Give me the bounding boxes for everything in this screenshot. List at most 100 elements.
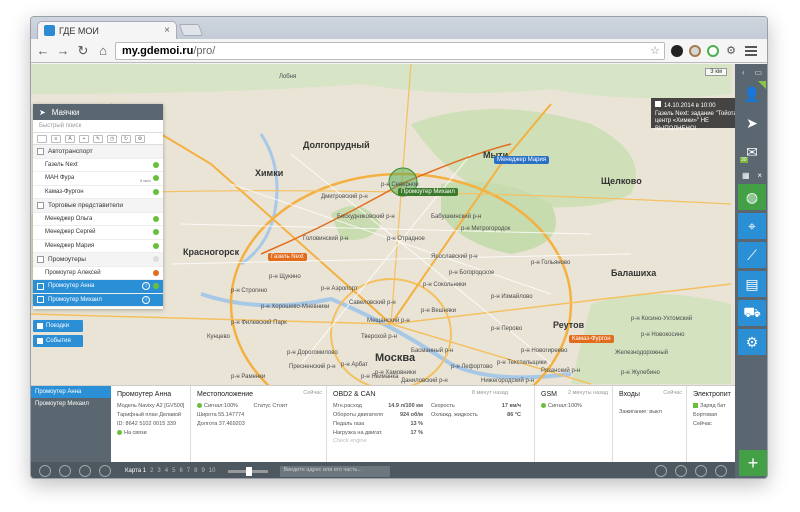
map-card-6[interactable]: 6	[179, 468, 182, 474]
group-row[interactable]: Автотранспорт	[33, 145, 163, 159]
group-row[interactable]: Торговые представители	[33, 199, 163, 213]
map-label-zheleznodorozhny: Железнодорожный	[615, 350, 669, 356]
url-path: /pro/	[193, 44, 216, 57]
map-card-2[interactable]: 2	[150, 468, 153, 474]
map-card-3[interactable]: 3	[157, 468, 160, 474]
home-icon[interactable]: ⌂	[95, 43, 111, 59]
map-card-4[interactable]: 4	[165, 468, 168, 474]
group-checkbox[interactable]	[37, 255, 44, 263]
places-app-button[interactable]: ⌖	[738, 213, 766, 239]
marker-promoter-mikhail[interactable]: Промоутер Михаил	[398, 188, 458, 196]
reports-app-button[interactable]: ▤	[738, 271, 766, 297]
list-item[interactable]: Газель Next	[33, 159, 163, 172]
extension-icon-3[interactable]	[707, 44, 719, 57]
extension-icon-1[interactable]	[671, 44, 683, 57]
list-item[interactable]: Камаз-Фургон	[33, 186, 163, 199]
list-item[interactable]: МАН Фура 5 км/ч	[33, 172, 163, 186]
help-icon[interactable]	[715, 465, 727, 477]
obd-pedal: Педаль газа	[333, 420, 365, 427]
plus-icon[interactable]: +	[79, 134, 89, 143]
map-label-arbat: р-н Арбат	[341, 362, 368, 368]
report-icon: ▤	[745, 275, 759, 292]
fullscreen-icon[interactable]	[695, 465, 707, 477]
traffic-light-icon[interactable]	[59, 465, 71, 477]
reload-icon[interactable]: ↻	[75, 43, 91, 59]
refresh-icon[interactable]: ↻	[121, 134, 131, 143]
list-item-selected[interactable]: Промоутер Анна i	[33, 280, 163, 294]
map-app-button[interactable]: ◍	[738, 184, 766, 210]
user-button[interactable]: 👤	[738, 81, 766, 107]
address-search-input[interactable]: Введите адрес или его часть...	[279, 465, 390, 477]
select-all-checkbox[interactable]	[37, 134, 47, 143]
obd-load-value: 17 %	[410, 429, 423, 436]
clock-icon[interactable]: ◷	[107, 134, 117, 143]
list-item-selected[interactable]: Промоутер Михаил i	[33, 293, 163, 307]
marker-kamaz-furgon[interactable]: Камаз-Фургон	[569, 335, 614, 343]
new-tab-button[interactable]	[178, 24, 204, 36]
close-tab-icon[interactable]: ×	[164, 25, 170, 36]
item-checkbox[interactable]	[37, 282, 44, 290]
details-list-item[interactable]: Промоутер Михаил	[31, 398, 111, 410]
close-icon[interactable]: ×	[757, 171, 762, 180]
details-list-item[interactable]: Промоутер Анна	[31, 386, 111, 398]
bell-icon	[37, 338, 43, 344]
marker-gazel-next[interactable]: Газель Next	[268, 253, 307, 261]
inputs-column: Входы Сейчас Зажигание: выкл	[615, 386, 687, 463]
map-card-7[interactable]: 7	[187, 468, 190, 474]
extension-icon-2[interactable]	[689, 44, 701, 57]
group-checkbox[interactable]	[37, 147, 44, 155]
list-item[interactable]: Менеджер Ольга	[33, 213, 163, 226]
info-icon[interactable]: i	[142, 282, 150, 291]
settings-app-button[interactable]: ⚙	[738, 329, 766, 355]
screen-icon[interactable]: ▭	[754, 68, 762, 77]
device-id: ID: 8642 5102 0015 339	[117, 420, 177, 427]
group-row[interactable]: Промоутеры	[33, 253, 163, 267]
browser-tab[interactable]: ГДЕ МОИ ×	[37, 21, 177, 39]
car-view-icon[interactable]	[39, 465, 51, 477]
settings-icon[interactable]: ⚙	[135, 134, 145, 143]
ruler-icon[interactable]	[675, 465, 687, 477]
share-icon[interactable]	[79, 465, 91, 477]
group-checkbox[interactable]	[37, 201, 44, 209]
events-button[interactable]: События	[33, 335, 83, 347]
edit-icon[interactable]: ✎	[93, 134, 103, 143]
messages-button[interactable]: ✉ 30	[738, 139, 766, 165]
list-item[interactable]: Менеджер Сергей	[33, 226, 163, 240]
obd-fuel: Мгн.расход	[333, 403, 362, 410]
map-card-5[interactable]: 5	[172, 468, 175, 474]
zoom-slider[interactable]	[227, 466, 268, 476]
vehicles-app-button[interactable]: ⛟	[738, 300, 766, 326]
collapse-arrow-icon[interactable]: ‹	[742, 68, 745, 77]
trackers-button[interactable]: ➤	[738, 110, 766, 136]
charts-app-button[interactable]: ⟋	[738, 242, 766, 268]
list-item[interactable]: Промоутер Алексей	[33, 267, 163, 280]
globe-icon: ◍	[745, 188, 759, 205]
layers-icon[interactable]	[655, 465, 667, 477]
bookmark-star-icon[interactable]: ☆	[650, 44, 660, 57]
map-card-10[interactable]: 10	[209, 468, 216, 474]
font-size-icon[interactable]: A	[65, 134, 75, 143]
list-item[interactable]: Менеджер Мария	[33, 240, 163, 253]
marker-manager-maria[interactable]: Менеджер Мария	[494, 156, 550, 164]
obd-coolant-value: 86 °C	[507, 411, 521, 418]
map-card-8[interactable]: 8	[194, 468, 197, 474]
trips-button[interactable]: Поездки	[33, 320, 83, 332]
truck-icon: ⛟	[743, 303, 761, 320]
sidebar-toggle[interactable]: ‹ ▭	[738, 66, 766, 78]
address-bar[interactable]: my.gdemoi.ru /pro/ ☆	[115, 41, 665, 60]
info-icon[interactable]: i	[142, 295, 150, 304]
quick-search-input[interactable]: Быстрый поиск	[33, 120, 163, 133]
browser-toolbar: ← → ↻ ⌂ my.gdemoi.ru /pro/ ☆ ⚙	[31, 39, 767, 63]
list-view-icon[interactable]: ≡	[51, 134, 61, 143]
map-card-9[interactable]: 9	[201, 468, 204, 474]
browser-menu-icon[interactable]	[745, 45, 757, 56]
item-checkbox[interactable]	[37, 296, 44, 304]
location-status: Статус Стоит	[253, 403, 288, 410]
forward-icon[interactable]: →	[55, 43, 71, 59]
grid-icon[interactable]: ▦	[742, 171, 750, 180]
settings-gear-icon[interactable]: ⚙	[723, 43, 739, 59]
map-card-label[interactable]: Карта 1	[125, 468, 146, 474]
add-app-button[interactable]: +	[739, 450, 767, 476]
back-icon[interactable]: ←	[35, 43, 51, 59]
location-pin-icon[interactable]	[99, 465, 111, 477]
